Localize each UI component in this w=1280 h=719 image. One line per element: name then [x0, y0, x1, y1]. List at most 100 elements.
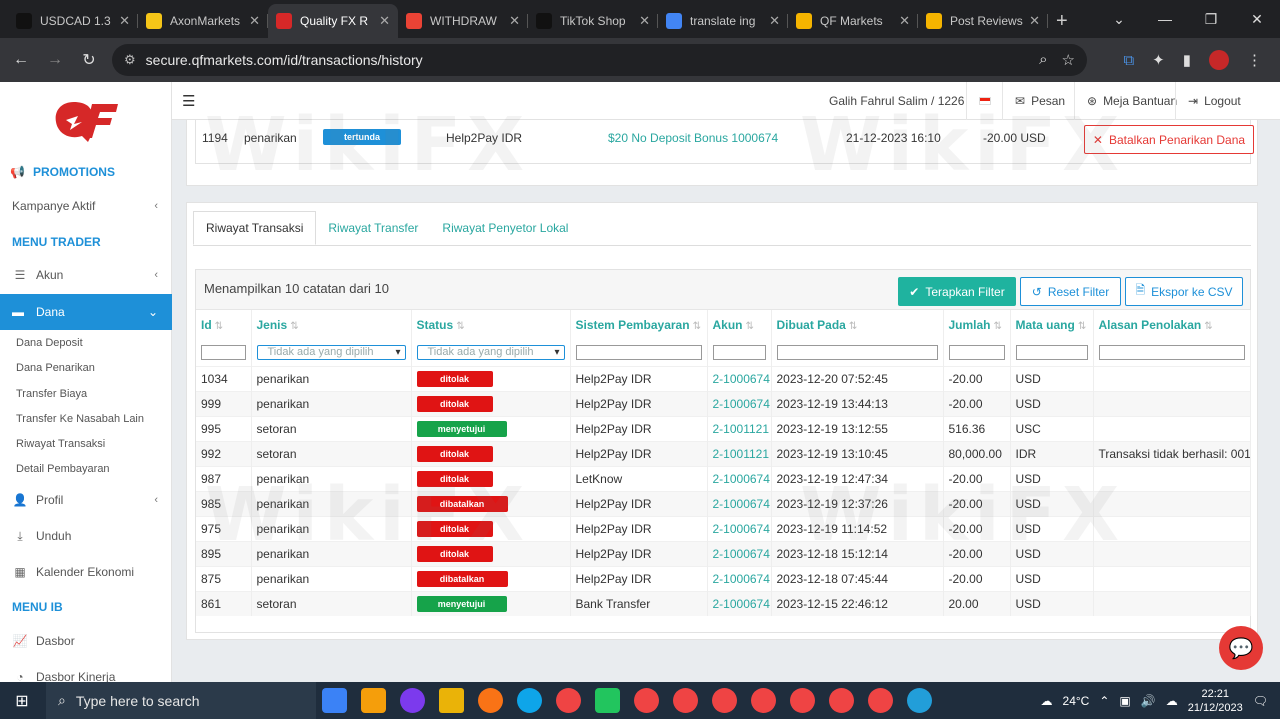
column-header[interactable]: Mata uang ⇅ [1010, 310, 1094, 340]
chrome-app-icon[interactable] [829, 688, 854, 713]
chrome-app-icon[interactable] [790, 688, 815, 713]
browser-tab[interactable]: WITHDRAW ✕ [398, 4, 528, 38]
forward-icon[interactable]: → [38, 43, 72, 77]
copilot-app-icon[interactable] [400, 688, 425, 713]
cell-account[interactable]: 2-1001121 [707, 415, 772, 441]
cell-account[interactable]: 2-1000674 [707, 515, 772, 541]
side-panel-icon[interactable]: ▮ [1183, 51, 1191, 69]
sidebar-item-kampanye[interactable]: Kampanye Aktif ‹ [0, 193, 172, 219]
restore-icon[interactable]: ❐ [1188, 0, 1234, 38]
messages-button[interactable]: ✉ Pesan [1002, 82, 1077, 120]
new-tab-button[interactable]: + [1056, 4, 1068, 38]
profile-avatar[interactable] [1209, 50, 1229, 70]
tab-close-icon[interactable]: ✕ [639, 13, 650, 29]
user-name[interactable]: Galih Fahrul Salim / 1226 [817, 82, 976, 120]
mail-app-icon[interactable] [322, 688, 347, 713]
chrome-app-icon[interactable] [673, 688, 698, 713]
export-csv-button[interactable]: 🗎 Ekspor ke CSV [1125, 277, 1243, 306]
filter-system-input[interactable] [575, 345, 702, 361]
chrome-app-icon[interactable] [712, 688, 737, 713]
cell-account[interactable]: 2-1000674 [707, 465, 772, 491]
sidebar-item-dasbor[interactable]: 📈 Dasbor [0, 628, 172, 654]
telegram-app-icon[interactable] [907, 688, 932, 713]
cell-account[interactable]: 2-1000674 [707, 365, 772, 391]
cell-account[interactable]: 2-1001121 [707, 440, 772, 466]
filter-account-input[interactable] [712, 345, 766, 361]
notification-icon[interactable]: 🗨 [1253, 694, 1268, 708]
site-info-icon[interactable]: ⚙ [124, 52, 136, 68]
expand-icon[interactable]: ⌄ [1096, 0, 1142, 38]
reset-filter-button[interactable]: ↺ Reset Filter [1020, 277, 1121, 306]
column-header[interactable]: Alasan Penolakan ⇅ [1093, 310, 1251, 340]
browser-tab[interactable]: QF Markets ✕ [788, 4, 918, 38]
filter-created-input[interactable] [776, 345, 938, 361]
cell-account[interactable]: 2-1000674 [707, 390, 772, 416]
close-window-icon[interactable]: ✕ [1234, 0, 1280, 38]
sidebar-sub-dana-penarikan[interactable]: Dana Penarikan [16, 362, 95, 374]
column-header[interactable]: Status ⇅ [411, 310, 571, 340]
column-header[interactable]: Akun ⇅ [707, 310, 772, 340]
zoom-search-icon[interactable]: ⌕ [1039, 51, 1047, 69]
live-chat-button[interactable]: 💬 [1219, 626, 1263, 670]
sidebar-item-kalender[interactable]: ▦ Kalender Ekonomi [0, 559, 172, 585]
windows-start-icon[interactable]: ⊞ [0, 691, 44, 711]
sidebar-sub-transfer-nasabah[interactable]: Transfer Ke Nasabah Lain [16, 413, 144, 425]
tab-riwayat-transfer[interactable]: Riwayat Transfer [316, 211, 430, 245]
sidebar-promotions[interactable]: 📢 PROMOTIONS [10, 165, 115, 179]
cancel-withdrawal-button[interactable]: ✕ Batalkan Penarikan Dana [1084, 125, 1254, 154]
browser-tab[interactable]: Post Reviews ✕ [918, 4, 1048, 38]
filter-amount-input[interactable] [948, 345, 1005, 361]
sidebar-sub-detail-pembayaran[interactable]: Detail Pembayaran [16, 463, 110, 475]
chrome-app-icon[interactable] [868, 688, 893, 713]
cell-account[interactable]: 2-1000674 [707, 490, 772, 516]
tab-close-icon[interactable]: ✕ [899, 13, 910, 29]
browser-tab[interactable]: USDCAD 1.3 ✕ [8, 4, 138, 38]
taskbar-search[interactable]: ⌕ Type here to search [46, 682, 316, 719]
reload-icon[interactable]: ↻ [72, 43, 106, 77]
hamburger-menu-icon[interactable]: ☰ [182, 92, 195, 110]
sidebar-item-unduh[interactable]: ⤓ Unduh [0, 523, 172, 549]
extensions-icon[interactable]: ✦ [1152, 51, 1165, 69]
sidebar-item-dana[interactable]: ▬ Dana ⌄ [0, 294, 172, 330]
browser-tab[interactable]: AxonMarkets ✕ [138, 4, 268, 38]
column-header[interactable]: Sistem Pembayaran ⇅ [570, 310, 708, 340]
sidebar-sub-riwayat-transaksi[interactable]: Riwayat Transaksi [16, 438, 105, 450]
menu-kebab-icon[interactable]: ⋮ [1247, 51, 1262, 69]
browser-tab[interactable]: Quality FX R ✕ [268, 4, 398, 38]
edge-app-icon[interactable] [517, 688, 542, 713]
column-header[interactable]: Id ⇅ [196, 310, 252, 340]
tab-close-icon[interactable]: ✕ [509, 13, 520, 29]
duolingo-app-icon[interactable] [595, 688, 620, 713]
cloud-icon[interactable]: ☁ [1166, 694, 1178, 708]
filter-currency-input[interactable] [1015, 345, 1088, 361]
column-header[interactable]: Dibuat Pada ⇅ [771, 310, 944, 340]
bookmark-star-icon[interactable]: ☆ [1062, 51, 1075, 69]
tab-close-icon[interactable]: ✕ [119, 13, 130, 29]
sidebar-item-profil[interactable]: 👤 Profil ‹ [0, 487, 172, 513]
chrome-app-icon[interactable] [634, 688, 659, 713]
filter-type-select[interactable]: Tidak ada yang dipilih [256, 345, 406, 361]
store-app-icon[interactable] [361, 688, 386, 713]
url-field[interactable]: ⚙ secure.qfmarkets.com/id/transactions/h… [112, 44, 1087, 76]
minimize-icon[interactable]: — [1142, 0, 1188, 38]
tab-close-icon[interactable]: ✕ [769, 13, 780, 29]
cell-account[interactable]: 2-1000674 [707, 565, 772, 591]
volume-icon[interactable]: 🔊 [1141, 694, 1156, 708]
tab-close-icon[interactable]: ✕ [1029, 13, 1040, 29]
helpdesk-button[interactable]: ⊛ Meja Bantuan [1074, 82, 1189, 120]
sidebar-item-dasbor-kinerja[interactable]: ◔ Dasbor Kinerja [0, 664, 172, 682]
chrome-app-icon[interactable] [556, 688, 581, 713]
browser-tab[interactable]: TikTok Shop ✕ [528, 4, 658, 38]
tab-close-icon[interactable]: ✕ [379, 13, 390, 29]
clock[interactable]: 22:21 21/12/2023 [1188, 687, 1243, 715]
tab-riwayat-penyetor-lokal[interactable]: Riwayat Penyetor Lokal [430, 211, 580, 245]
chrome-app-icon[interactable] [751, 688, 776, 713]
filter-reason-input[interactable] [1098, 345, 1245, 361]
network-icon[interactable]: ▣ [1119, 694, 1130, 708]
browser-tab[interactable]: translate ing ✕ [658, 4, 788, 38]
translate-icon[interactable]: ⧉ [1123, 52, 1134, 69]
filter-id-input[interactable] [201, 345, 246, 361]
cell-account[interactable]: 2-1000674 [707, 590, 772, 616]
folder-app-icon[interactable] [439, 688, 464, 713]
language-flag-button[interactable] [966, 82, 1003, 120]
